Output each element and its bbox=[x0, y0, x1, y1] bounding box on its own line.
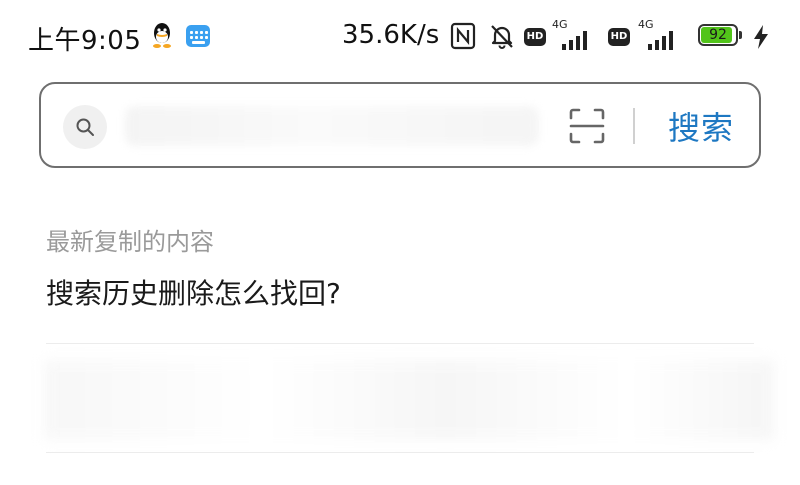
clipboard-suggestion[interactable]: 搜索历史删除怎么找回? bbox=[46, 272, 341, 312]
divider bbox=[46, 452, 754, 453]
search-icon bbox=[76, 118, 94, 136]
search-input[interactable] bbox=[119, 102, 543, 152]
status-bar: 上午9:05 35.6K/s HD 4G HD 4G 92 bbox=[0, 0, 800, 72]
nfc-icon bbox=[450, 22, 476, 50]
signal-icon-sim1: 4G bbox=[550, 18, 594, 50]
signal-icon-sim2: 4G bbox=[636, 18, 680, 50]
clipboard-section-title: 最新复制的内容 bbox=[46, 228, 214, 256]
search-bar: 搜索 bbox=[39, 82, 761, 168]
network-speed: 35.6K/s bbox=[342, 20, 440, 50]
qq-icon bbox=[153, 23, 171, 48]
divider bbox=[46, 343, 754, 344]
bell-muted-icon bbox=[491, 25, 513, 49]
hd-badge-sim2: HD bbox=[608, 28, 630, 46]
charging-bolt-icon bbox=[754, 25, 768, 49]
scan-icon[interactable] bbox=[567, 106, 607, 146]
search-divider bbox=[633, 108, 635, 144]
search-button[interactable]: 搜索 bbox=[651, 96, 751, 156]
battery-level: 92 bbox=[709, 27, 727, 43]
battery-icon: 92 bbox=[698, 24, 744, 48]
status-time: 上午9:05 bbox=[28, 26, 142, 56]
hd-badge-sim1: HD bbox=[524, 28, 546, 46]
obscured-history-row bbox=[44, 360, 774, 440]
search-icon-button[interactable] bbox=[63, 105, 107, 149]
keyboard-icon bbox=[186, 25, 210, 47]
